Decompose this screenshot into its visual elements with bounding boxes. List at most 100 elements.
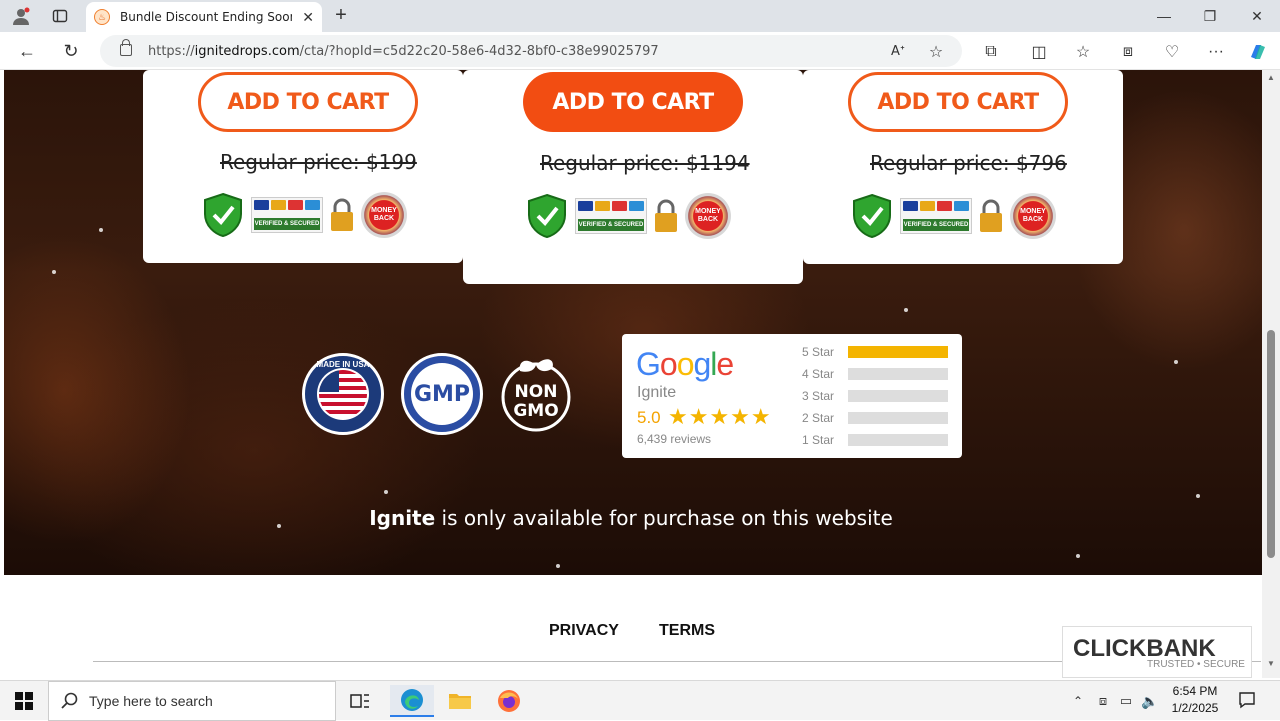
task-view-icon[interactable]: [340, 685, 380, 717]
active-tab[interactable]: ♨ Bundle Discount Ending Soon Ge ✕: [86, 2, 322, 32]
flame-icon: ♨: [94, 9, 110, 25]
terms-link[interactable]: TERMS: [659, 622, 715, 640]
google-review-widget: Google Ignite 5.0 ★★★★★ 6,439 reviews 5 …: [622, 334, 962, 458]
google-logo-letter: o: [676, 346, 695, 382]
browser-titlebar: ♨ Bundle Discount Ending Soon Ge ✕ + — ❐…: [0, 0, 1280, 32]
search-icon: [61, 692, 79, 713]
gmp-emblem: GMP: [401, 353, 483, 435]
rating-row-label: 1 Star: [802, 433, 835, 447]
clock-time: 6:54 PM: [1172, 684, 1218, 698]
windows-taskbar: Type here to search ⌃ ⧈ ▭ 🔈 6:54 PM 1/2/…: [0, 680, 1280, 721]
review-rating: 5.0: [637, 408, 661, 427]
rating-row-bar: [848, 434, 948, 446]
url-path: /cta/?hopId=c5d22c20-58e6-4d32-8bf0-c38e…: [299, 43, 659, 59]
google-logo-letter: o: [659, 346, 678, 382]
rating-row-bar: [848, 412, 948, 424]
padlock-icon: [653, 198, 679, 234]
usa-label: MADE IN USA: [316, 360, 370, 369]
volume-icon[interactable]: 🔈: [1141, 691, 1159, 711]
google-logo-letter: G: [636, 346, 661, 382]
rating-row-label: 4 Star: [802, 367, 835, 381]
add-to-cart-button-1[interactable]: ADD TO CART: [198, 72, 418, 132]
taskbar-search[interactable]: Type here to search: [48, 681, 336, 721]
collections-icon[interactable]: ⧈: [1117, 41, 1139, 63]
made-in-usa-emblem: MADE IN USA: [302, 353, 384, 435]
favorites-icon[interactable]: ☆: [1072, 41, 1094, 63]
scroll-down-icon[interactable]: ▼: [1266, 658, 1276, 668]
rating-row: 4 Star: [802, 367, 948, 381]
address-toolbar: ← ↻ https://ignitedrops.com/cta/?hopId=c…: [0, 32, 1280, 70]
rating-row-bar: [848, 346, 948, 358]
tab-title: Bundle Discount Ending Soon Ge: [120, 10, 292, 24]
windows-start-icon[interactable]: [4, 685, 44, 717]
rating-row-fill: [848, 346, 948, 358]
clickbank-subtitle: TRUSTED • SECURE: [1147, 659, 1245, 670]
non-gmo-line2: GMO: [513, 401, 559, 421]
regular-price-1: Regular price: $199: [220, 150, 417, 174]
rating-row: 3 Star: [802, 389, 948, 403]
gmp-label: GMP: [413, 381, 471, 407]
rating-row-label: 5 Star: [802, 345, 835, 359]
network-icon[interactable]: ▭: [1117, 691, 1135, 711]
rating-row-bar: [848, 390, 948, 402]
notifications-icon[interactable]: [1236, 689, 1258, 711]
availability-text: is only available for purchase on this w…: [435, 506, 893, 530]
add-to-cart-button-3[interactable]: ADD TO CART: [848, 72, 1068, 132]
read-aloud-icon[interactable]: Aᐩ: [888, 41, 908, 61]
scroll-up-icon[interactable]: ▲: [1266, 72, 1276, 82]
non-gmo-emblem: NON GMO: [500, 353, 572, 435]
favorite-star-icon[interactable]: ☆: [926, 41, 946, 61]
review-brand: Ignite: [637, 384, 677, 401]
clickbank-badge[interactable]: CLICKBANK TRUSTED • SECURE: [1062, 626, 1252, 678]
google-logo-letter: g: [693, 346, 711, 382]
extensions-icon[interactable]: ⧉: [980, 41, 1002, 63]
tab-actions-icon[interactable]: [50, 6, 70, 26]
privacy-link[interactable]: PRIVACY: [549, 622, 619, 640]
secure-shield-icon: [850, 193, 894, 239]
secure-shield-icon: [525, 193, 569, 239]
google-logo-letter: e: [716, 346, 734, 382]
availability-notice: Ignite is only available for purchase on…: [0, 506, 1262, 530]
rating-row-bar: [848, 368, 948, 380]
money-back-seal-icon: MONEY BACK: [361, 192, 407, 238]
page-scrollbar[interactable]: ▲ ▼: [1262, 70, 1280, 678]
scroll-thumb[interactable]: [1267, 330, 1275, 558]
minimize-icon[interactable]: —: [1141, 4, 1187, 28]
restore-icon[interactable]: ❐: [1187, 4, 1233, 28]
secure-shield-icon: [201, 192, 245, 238]
url-field[interactable]: https://ignitedrops.com/cta/?hopId=c5d22…: [100, 35, 962, 67]
more-menu-icon[interactable]: ···: [1205, 41, 1227, 63]
payment-cards-icon: VERIFIED & SECURED: [251, 197, 323, 233]
product-card-2: ADD TO CART Regular price: $1194 VERIFIE…: [463, 70, 803, 284]
regular-price-3: Regular price: $796: [870, 151, 1067, 175]
search-placeholder: Type here to search: [89, 693, 213, 709]
back-icon[interactable]: ←: [16, 40, 38, 62]
url-host: ignitedrops.com: [194, 43, 300, 59]
add-to-cart-button-2[interactable]: ADD TO CART: [523, 72, 743, 132]
copilot-icon[interactable]: [1246, 40, 1270, 64]
new-tab-icon[interactable]: +: [330, 4, 352, 26]
profile-icon[interactable]: [10, 5, 32, 27]
regular-price-2: Regular price: $1194: [540, 151, 750, 175]
taskbar-clock[interactable]: 6:54 PM 1/2/2025: [1168, 683, 1222, 717]
product-card-1: ADD TO CART Regular price: $199 VERIFIED…: [143, 70, 463, 263]
lock-icon: [120, 39, 132, 56]
split-screen-icon[interactable]: ◫: [1028, 41, 1050, 63]
close-window-icon[interactable]: ✕: [1234, 4, 1280, 28]
trust-badges-2: VERIFIED & SECURED MONEY BACK: [525, 191, 731, 241]
page-viewport: ADD TO CART Regular price: $199 VERIFIED…: [0, 70, 1262, 678]
money-back-seal-icon: MONEY BACK: [1010, 193, 1056, 239]
firefox-icon[interactable]: [489, 685, 529, 717]
google-logo: Google: [636, 346, 734, 383]
browser-essentials-icon[interactable]: ♡: [1161, 41, 1183, 63]
trust-badges-1: VERIFIED & SECURED MONEY BACK: [201, 190, 407, 240]
refresh-icon[interactable]: ↻: [60, 40, 82, 62]
file-explorer-icon[interactable]: [440, 685, 480, 717]
edge-taskbar-icon[interactable]: [390, 685, 434, 717]
rating-row-label: 3 Star: [802, 389, 835, 403]
close-tab-icon[interactable]: ✕: [302, 9, 314, 26]
show-hidden-icons-icon[interactable]: ⌃: [1070, 691, 1086, 711]
device-icon[interactable]: ⧈: [1094, 691, 1112, 711]
padlock-icon: [978, 198, 1004, 234]
usa-flag-icon: [317, 368, 369, 420]
